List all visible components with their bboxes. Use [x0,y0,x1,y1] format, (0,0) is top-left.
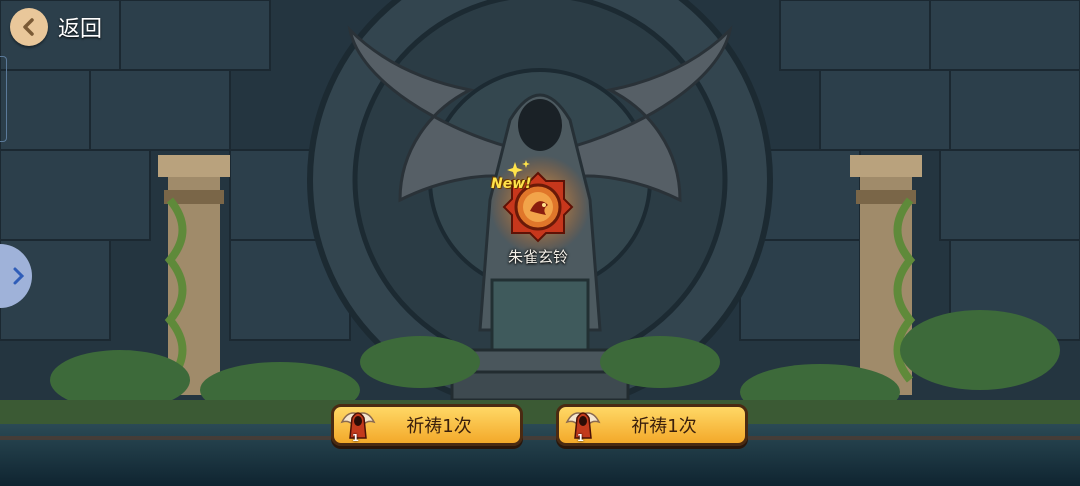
prayer-token-icon: 1 [563,404,603,444]
chevron-left-icon [10,8,48,46]
pray-once-button-left[interactable]: 1 祈祷1次 [331,404,523,446]
pray-button-label: 祈祷1次 [406,416,472,437]
new-badge: New! [491,176,532,192]
phoenix-bell-icon [502,160,574,243]
left-edge-panel [0,56,7,142]
token-count: 1 [352,433,359,444]
back-label: 返回 [58,17,103,42]
pray-button-label: 祈祷1次 [631,416,697,437]
prayer-token-icon: 1 [338,404,378,444]
item-name: 朱雀玄铃 [507,248,568,266]
chevron-right-icon [13,267,25,285]
featured-item[interactable]: New! 朱雀玄铃 [491,160,583,270]
pray-once-button-right[interactable]: 1 祈祷1次 [556,404,748,446]
back-button[interactable]: 返回 [10,8,102,46]
token-count: 1 [577,433,584,444]
